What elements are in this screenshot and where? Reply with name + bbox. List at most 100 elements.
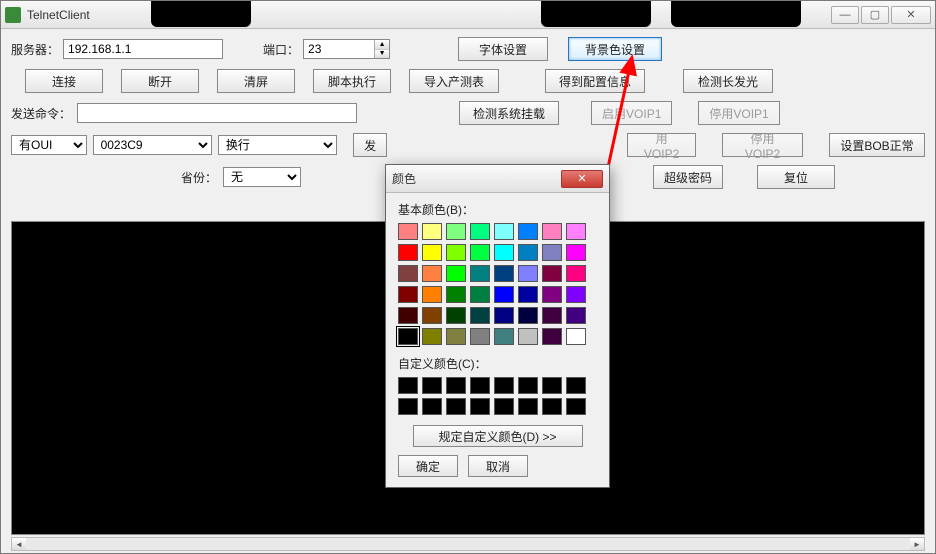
color-swatch[interactable] [518,286,538,303]
spin-down-icon[interactable]: ▼ [375,50,389,59]
color-swatch[interactable] [542,265,562,282]
color-swatch[interactable] [446,244,466,261]
color-swatch[interactable] [542,223,562,240]
color-swatch[interactable] [542,328,562,345]
color-swatch[interactable] [470,307,490,324]
oui-select[interactable]: 有OUI [11,135,87,155]
color-swatch[interactable] [470,244,490,261]
custom-swatch[interactable] [470,398,490,415]
custom-swatch[interactable] [398,398,418,415]
color-swatch[interactable] [542,307,562,324]
script-button[interactable]: 脚本执行 [313,69,391,93]
color-swatch[interactable] [446,265,466,282]
get-config-button[interactable]: 得到配置信息 [545,69,645,93]
color-swatch[interactable] [398,244,418,261]
cancel-button[interactable]: 取消 [468,455,528,477]
color-swatch[interactable] [494,307,514,324]
check-laser-button[interactable]: 检测长发光 [683,69,773,93]
dialog-close-button[interactable]: ✕ [561,170,603,188]
clear-button[interactable]: 清屏 [217,69,295,93]
color-swatch[interactable] [566,223,586,240]
color-swatch[interactable] [470,223,490,240]
color-swatch[interactable] [518,265,538,282]
disable-voip1-button[interactable]: 停用VOIP1 [698,101,779,125]
color-swatch[interactable] [398,286,418,303]
custom-swatch[interactable] [518,398,538,415]
color-swatch[interactable] [494,244,514,261]
color-swatch[interactable] [446,328,466,345]
set-bob-button[interactable]: 设置BOB正常 [829,133,925,157]
custom-swatch[interactable] [422,398,442,415]
port-spinner[interactable]: ▲▼ [303,39,390,59]
mac-select[interactable]: 0023C9 [93,135,212,155]
custom-swatch[interactable] [542,377,562,394]
province-select[interactable]: 无 [223,167,301,187]
reset-button[interactable]: 复位 [757,165,835,189]
color-swatch[interactable] [470,265,490,282]
color-swatch[interactable] [566,307,586,324]
color-swatch[interactable] [398,307,418,324]
color-swatch[interactable] [422,286,442,303]
close-button[interactable]: ✕ [891,6,931,24]
color-swatch[interactable] [446,286,466,303]
ok-button[interactable]: 确定 [398,455,458,477]
color-swatch[interactable] [566,328,586,345]
send-button[interactable]: 发 [353,133,387,157]
custom-swatch[interactable] [446,398,466,415]
horizontal-scrollbar[interactable]: ◄ ► [11,537,925,551]
disconnect-button[interactable]: 断开 [121,69,199,93]
restore-button[interactable]: ▢ [861,6,889,24]
color-swatch[interactable] [494,328,514,345]
custom-swatch[interactable] [398,377,418,394]
color-swatch[interactable] [566,244,586,261]
disable-voip2-button[interactable]: 停用VOIP2 [722,133,803,157]
check-mount-button[interactable]: 检测系统挂载 [459,101,559,125]
color-swatch[interactable] [494,265,514,282]
color-swatch[interactable] [398,265,418,282]
server-input[interactable] [63,39,223,59]
color-swatch[interactable] [542,244,562,261]
color-swatch[interactable] [422,223,442,240]
font-settings-button[interactable]: 字体设置 [458,37,548,61]
color-swatch[interactable] [542,286,562,303]
color-swatch[interactable] [518,244,538,261]
import-test-button[interactable]: 导入产测表 [409,69,499,93]
scroll-right-icon[interactable]: ► [910,538,924,550]
bgcolor-settings-button[interactable]: 背景色设置 [568,37,662,61]
minimize-button[interactable]: — [831,6,859,24]
custom-swatch[interactable] [566,398,586,415]
custom-swatch[interactable] [470,377,490,394]
color-swatch[interactable] [398,328,418,345]
custom-swatch[interactable] [566,377,586,394]
custom-swatch[interactable] [494,377,514,394]
color-swatch[interactable] [422,328,442,345]
wrap-select[interactable]: 换行 [218,135,337,155]
color-swatch[interactable] [422,244,442,261]
color-swatch[interactable] [422,265,442,282]
custom-swatch[interactable] [542,398,562,415]
dialog-titlebar[interactable]: 颜色 ✕ [386,165,609,193]
color-swatch[interactable] [446,307,466,324]
super-password-button[interactable]: 超级密码 [653,165,723,189]
scroll-left-icon[interactable]: ◄ [12,538,26,550]
color-swatch[interactable] [566,265,586,282]
color-swatch[interactable] [398,223,418,240]
custom-swatch[interactable] [446,377,466,394]
color-swatch[interactable] [470,328,490,345]
define-custom-color-button[interactable]: 规定自定义颜色(D) >> [413,425,583,447]
color-swatch[interactable] [518,307,538,324]
custom-swatch[interactable] [494,398,514,415]
custom-swatch[interactable] [422,377,442,394]
color-swatch[interactable] [446,223,466,240]
color-swatch[interactable] [422,307,442,324]
connect-button[interactable]: 连接 [25,69,103,93]
color-swatch[interactable] [566,286,586,303]
custom-swatch[interactable] [518,377,538,394]
color-swatch[interactable] [518,328,538,345]
color-swatch[interactable] [470,286,490,303]
spin-up-icon[interactable]: ▲ [375,40,389,50]
color-swatch[interactable] [494,223,514,240]
enable-voip2-button[interactable]: 用VOIP2 [627,133,696,157]
enable-voip1-button[interactable]: 启用VOIP1 [591,101,672,125]
color-swatch[interactable] [494,286,514,303]
